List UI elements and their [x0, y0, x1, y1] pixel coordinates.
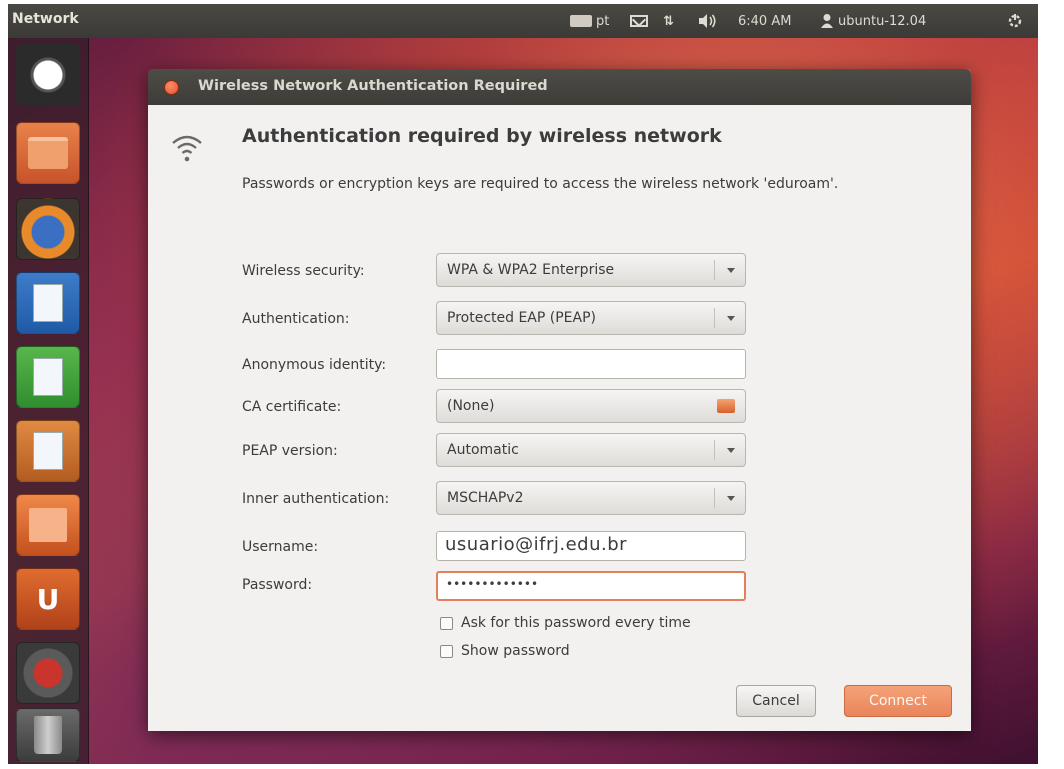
folder-icon [717, 399, 735, 413]
inner-authentication-select[interactable]: MSCHAPv2 [436, 481, 746, 515]
ask-password-label: Ask for this password every time [461, 615, 691, 631]
chevron-down-icon [727, 496, 735, 501]
show-password-label: Show password [461, 643, 570, 659]
user-name: ubuntu-12.04 [838, 13, 927, 29]
dialog-heading: Authentication required by wireless netw… [242, 125, 722, 147]
clock-time: 6:40 AM [738, 13, 792, 29]
launcher-system-settings[interactable] [16, 642, 80, 704]
wireless-security-value: WPA & WPA2 Enterprise [447, 262, 615, 278]
user-icon [821, 14, 833, 28]
calc-spreadsheet-icon [17, 347, 79, 407]
writer-document-icon [17, 273, 79, 333]
launcher: U [8, 38, 89, 764]
inner-authentication-label: Inner authentication: [242, 491, 390, 507]
dialog-titlebar[interactable]: Wireless Network Authentication Required [148, 69, 971, 105]
chevron-down-icon [727, 268, 735, 273]
password-value: ••••••••••••• [446, 577, 539, 591]
ubuntu-logo-icon [16, 44, 80, 106]
ca-certificate-chooser[interactable]: (None) [436, 389, 746, 423]
username-input[interactable]: usuario@ifrj.edu.br [436, 531, 746, 561]
anonymous-identity-label: Anonymous identity: [242, 357, 387, 373]
network-arrows-icon: ⇅ [663, 13, 674, 29]
network-indicator[interactable]: ⇅ [663, 10, 674, 32]
wireless-auth-dialog: Wireless Network Authentication Required… [148, 69, 971, 731]
messaging-indicator[interactable] [630, 10, 648, 32]
peap-version-value: Automatic [447, 442, 519, 458]
combo-separator [714, 440, 715, 460]
launcher-libreoffice-impress[interactable] [16, 420, 80, 482]
mail-icon [630, 15, 648, 27]
authentication-select[interactable]: Protected EAP (PEAP) [436, 301, 746, 335]
combo-separator [714, 308, 715, 328]
user-menu[interactable]: ubuntu-12.04 [820, 10, 926, 32]
volume-icon [699, 14, 716, 28]
shopping-bag-icon [17, 495, 79, 555]
launcher-trash[interactable] [16, 708, 80, 762]
chevron-down-icon [727, 316, 735, 321]
ask-password-checkbox-row[interactable]: Ask for this password every time [440, 615, 691, 631]
dialog-description: Passwords or encryption keys are require… [242, 176, 839, 192]
power-gear-icon [1008, 14, 1022, 28]
username-value: usuario@ifrj.edu.br [445, 534, 628, 555]
launcher-firefox[interactable] [16, 198, 80, 260]
launcher-libreoffice-calc[interactable] [16, 346, 80, 408]
keyboard-icon [570, 15, 592, 27]
sound-indicator[interactable] [698, 10, 718, 32]
trash-icon [17, 709, 79, 761]
launcher-files[interactable] [16, 122, 80, 184]
ask-password-checkbox[interactable] [440, 616, 453, 630]
password-label: Password: [242, 577, 313, 593]
chevron-down-icon [727, 448, 735, 453]
wifi-icon [172, 135, 202, 162]
username-label: Username: [242, 539, 319, 555]
combo-separator [714, 260, 715, 280]
inner-authentication-value: MSCHAPv2 [447, 490, 524, 506]
password-input[interactable]: ••••••••••••• [436, 571, 746, 601]
ca-certificate-label: CA certificate: [242, 399, 342, 415]
combo-separator [714, 488, 715, 508]
launcher-libreoffice-writer[interactable] [16, 272, 80, 334]
launcher-software-center[interactable] [16, 494, 80, 556]
show-password-checkbox-row[interactable]: Show password [440, 643, 570, 659]
anonymous-identity-input[interactable] [436, 349, 746, 379]
settings-gear-icon [17, 643, 79, 703]
app-title: Network [12, 11, 79, 27]
top-panel: Network pt ⇅ 6:40 AM ubuntu-12.04 [8, 4, 1038, 38]
launcher-ubuntu-one[interactable]: U [16, 568, 80, 630]
keyboard-indicator[interactable]: pt [570, 10, 609, 32]
show-password-checkbox[interactable] [440, 644, 453, 658]
clock[interactable]: 6:40 AM [738, 10, 791, 32]
folder-icon [17, 123, 79, 183]
session-menu[interactable] [1006, 10, 1024, 32]
page-margin [1038, 0, 1064, 769]
impress-presentation-icon [17, 421, 79, 481]
keyboard-layout-label: pt [596, 13, 610, 29]
authentication-value: Protected EAP (PEAP) [447, 310, 596, 326]
authentication-label: Authentication: [242, 311, 350, 327]
cancel-button[interactable]: Cancel [736, 685, 816, 717]
peap-version-label: PEAP version: [242, 443, 338, 459]
peap-version-select[interactable]: Automatic [436, 433, 746, 467]
close-button[interactable] [164, 80, 179, 95]
ubuntu-one-icon: U [36, 582, 60, 616]
dialog-body: Authentication required by wireless netw… [148, 105, 971, 731]
firefox-icon [17, 199, 79, 259]
launcher-dash-home[interactable] [16, 44, 80, 106]
desktop-screen: Network pt ⇅ 6:40 AM ubuntu-12.04 U Wire… [8, 4, 1038, 764]
ca-certificate-value: (None) [447, 398, 495, 414]
dialog-title: Wireless Network Authentication Required [198, 78, 548, 94]
wireless-security-select[interactable]: WPA & WPA2 Enterprise [436, 253, 746, 287]
wireless-security-label: Wireless security: [242, 263, 365, 279]
connect-button[interactable]: Connect [844, 685, 952, 717]
